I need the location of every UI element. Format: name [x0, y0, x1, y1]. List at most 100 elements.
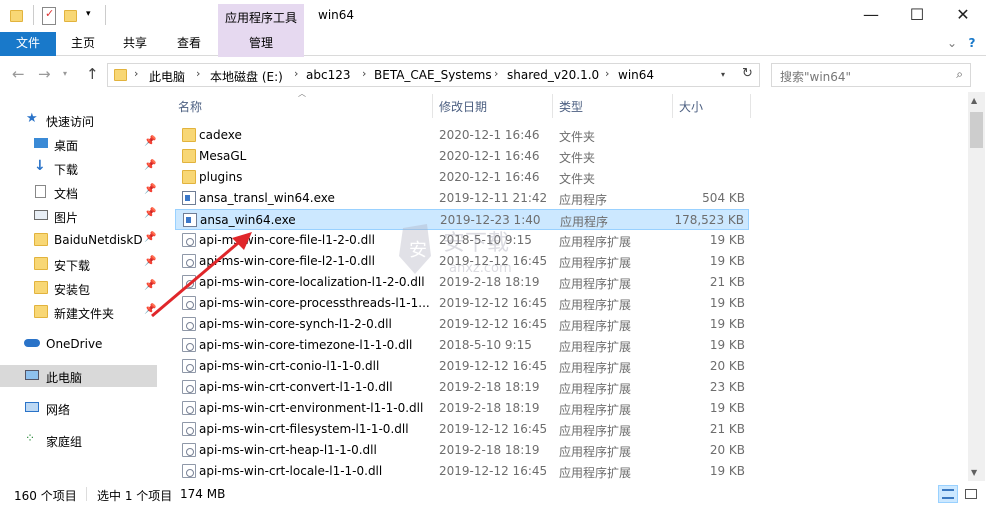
- file-date: 2020-12-1 16:46: [439, 170, 540, 184]
- tab-share[interactable]: 共享: [112, 32, 158, 56]
- file-date: 2020-12-1 16:46: [439, 149, 540, 163]
- file-type: 应用程序扩展: [559, 256, 632, 270]
- divider: [33, 5, 34, 25]
- sidebar-item-desktop[interactable]: 桌面 📌: [0, 133, 157, 155]
- title-bar: ✓ ▾ 应用程序工具 win64 — ☐ ✕: [0, 0, 986, 60]
- details-view-button[interactable]: [938, 485, 958, 503]
- breadcrumb-shared[interactable]: shared_v20.1.0: [507, 68, 599, 82]
- watermark-logo: 安 安下载 anxz.com: [399, 224, 512, 276]
- navigation-bar: ← → ▾ ↑ › 此电脑 › 本地磁盘 (E:) › abc123 › BET…: [0, 57, 986, 91]
- file-row[interactable]: api-ms-win-core-timezone-l1-1-0.dll 2018-…: [175, 335, 749, 356]
- refresh-icon[interactable]: ↻: [742, 66, 753, 81]
- breadcrumb-drive[interactable]: 本地磁盘 (E:): [210, 68, 283, 85]
- sidebar-item-label: 网络: [46, 403, 71, 417]
- file-date: 2020-12-1 16:46: [439, 128, 540, 142]
- item-count: 160 个项目: [14, 489, 77, 503]
- file-row[interactable]: api-ms-win-crt-locale-l1-1-0.dll 2019-12-…: [175, 461, 749, 482]
- file-name: api-ms-win-crt-convert-l1-1-0.dll: [199, 380, 393, 394]
- new-folder-icon[interactable]: [64, 7, 77, 25]
- annotation-arrow: [151, 232, 252, 318]
- column-header-date[interactable]: 修改日期: [439, 98, 487, 115]
- maximize-button[interactable]: ☐: [894, 0, 940, 32]
- folder-icon: [114, 69, 127, 81]
- tab-view[interactable]: 查看: [164, 32, 214, 56]
- desktop-icon: [34, 138, 48, 148]
- file-row[interactable]: api-ms-win-crt-environment-l1-1-0.dll 201…: [175, 398, 749, 419]
- sidebar-item-quick-access[interactable]: ★ 快速访问: [0, 109, 157, 131]
- file-date: 2019-12-12 16:45: [439, 296, 548, 310]
- dll-file-icon: [182, 422, 196, 436]
- back-icon[interactable]: ←: [12, 65, 25, 83]
- sidebar-item-documents[interactable]: 文档 📌: [0, 181, 157, 203]
- sidebar-item-downloads[interactable]: ↓ 下载 📌: [0, 157, 157, 179]
- search-input[interactable]: 搜索"win64" ⌕: [771, 63, 971, 87]
- column-header-size[interactable]: 大小: [679, 98, 703, 115]
- picture-icon: [34, 210, 48, 220]
- large-icons-view-button[interactable]: [961, 485, 981, 503]
- address-history-icon[interactable]: ▾: [721, 70, 725, 79]
- file-row[interactable]: api-ms-win-crt-filesystem-l1-1-0.dll 2019…: [175, 419, 749, 440]
- minimize-button[interactable]: —: [848, 0, 894, 32]
- file-row[interactable]: plugins 2020-12-1 16:46 文件夹: [175, 167, 749, 188]
- sidebar-item-onedrive[interactable]: OneDrive: [0, 333, 157, 355]
- pin-icon: 📌: [144, 160, 157, 171]
- vertical-scrollbar[interactable]: ▲ ▼: [968, 92, 985, 481]
- search-icon[interactable]: ⌕: [956, 67, 963, 82]
- column-header-type[interactable]: 类型: [559, 98, 583, 115]
- navigation-pane: ★ 快速访问 桌面 📌 ↓ 下载 📌 文档 📌 图片 📌 BaiduNetdis…: [0, 92, 160, 481]
- sidebar-item-pictures[interactable]: 图片 📌: [0, 205, 157, 227]
- file-size: 19 KB: [709, 317, 745, 331]
- file-date: 2019-2-18 18:19: [439, 401, 540, 415]
- up-icon[interactable]: ↑: [86, 65, 99, 83]
- customize-toolbar-icon[interactable]: ▾: [86, 9, 91, 27]
- file-row[interactable]: api-ms-win-crt-heap-l1-1-0.dll 2019-2-18 …: [175, 440, 749, 461]
- forward-icon[interactable]: →: [38, 65, 51, 83]
- file-size: 21 KB: [709, 422, 745, 436]
- folder-icon: [182, 128, 196, 142]
- folder-icon: [182, 149, 196, 163]
- column-divider: [672, 94, 673, 118]
- file-row[interactable]: api-ms-win-crt-conio-l1-1-0.dll 2019-12-1…: [175, 356, 749, 377]
- file-type: 应用程序: [560, 215, 609, 229]
- breadcrumb-abc123[interactable]: abc123: [306, 68, 350, 82]
- sidebar-item-homegroup[interactable]: ⁘ 家庭组: [0, 429, 157, 451]
- file-type: 文件夹: [559, 151, 596, 165]
- file-row[interactable]: api-ms-win-crt-convert-l1-1-0.dll 2019-2-…: [175, 377, 749, 398]
- tab-manage[interactable]: 管理: [218, 32, 304, 56]
- tab-file[interactable]: 文件: [0, 32, 56, 56]
- scroll-down-icon[interactable]: ▼: [971, 468, 977, 477]
- column-header-name[interactable]: 名称: [178, 98, 202, 115]
- tab-home[interactable]: 主页: [60, 32, 106, 56]
- expand-ribbon-icon[interactable]: ⌄: [944, 32, 960, 56]
- sidebar-item-label: 家庭组: [46, 435, 83, 449]
- breadcrumb-win64[interactable]: win64: [618, 68, 654, 82]
- sidebar-item-new-folder[interactable]: 新建文件夹 📌: [0, 301, 157, 323]
- sidebar-item-label: 安下载: [54, 259, 91, 273]
- properties-icon[interactable]: ✓: [42, 7, 56, 25]
- pin-icon: 📌: [144, 136, 157, 147]
- recent-locations-icon[interactable]: ▾: [63, 69, 67, 78]
- close-button[interactable]: ✕: [940, 0, 986, 32]
- folder-icon: [182, 170, 196, 184]
- sidebar-item-this-pc[interactable]: 此电脑: [0, 365, 157, 387]
- file-row[interactable]: ansa_transl_win64.exe 2019-12-11 21:42 应用程…: [175, 188, 749, 209]
- help-icon[interactable]: ?: [962, 32, 982, 56]
- sidebar-item-installers[interactable]: 安装包 📌: [0, 277, 157, 299]
- sidebar-item-network[interactable]: 网络: [0, 397, 157, 419]
- file-row[interactable]: MesaGL 2020-12-1 16:46 文件夹: [175, 146, 749, 167]
- file-size: 19 KB: [709, 401, 745, 415]
- large-icons-view-icon: [965, 489, 977, 499]
- sidebar-item-label: BaiduNetdiskD: [54, 233, 143, 247]
- address-bar[interactable]: › 此电脑 › 本地磁盘 (E:) › abc123 › BETA_CAE_Sy…: [107, 63, 760, 87]
- breadcrumb-beta-cae[interactable]: BETA_CAE_Systems: [374, 68, 492, 82]
- sidebar-item-anxiazai[interactable]: 安下载 📌: [0, 253, 157, 275]
- file-row[interactable]: cadexe 2020-12-1 16:46 文件夹: [175, 125, 749, 146]
- sidebar-item-label: 快速访问: [46, 115, 95, 129]
- breadcrumb-this-pc[interactable]: 此电脑: [149, 68, 185, 85]
- sort-up-icon: ︿: [298, 89, 306, 98]
- file-type: 应用程序扩展: [559, 298, 632, 312]
- scroll-up-icon[interactable]: ▲: [971, 96, 977, 105]
- sidebar-item-baidunetdisk[interactable]: BaiduNetdiskD 📌: [0, 229, 157, 251]
- pin-icon: 📌: [144, 208, 157, 219]
- scrollbar-thumb[interactable]: [970, 112, 983, 148]
